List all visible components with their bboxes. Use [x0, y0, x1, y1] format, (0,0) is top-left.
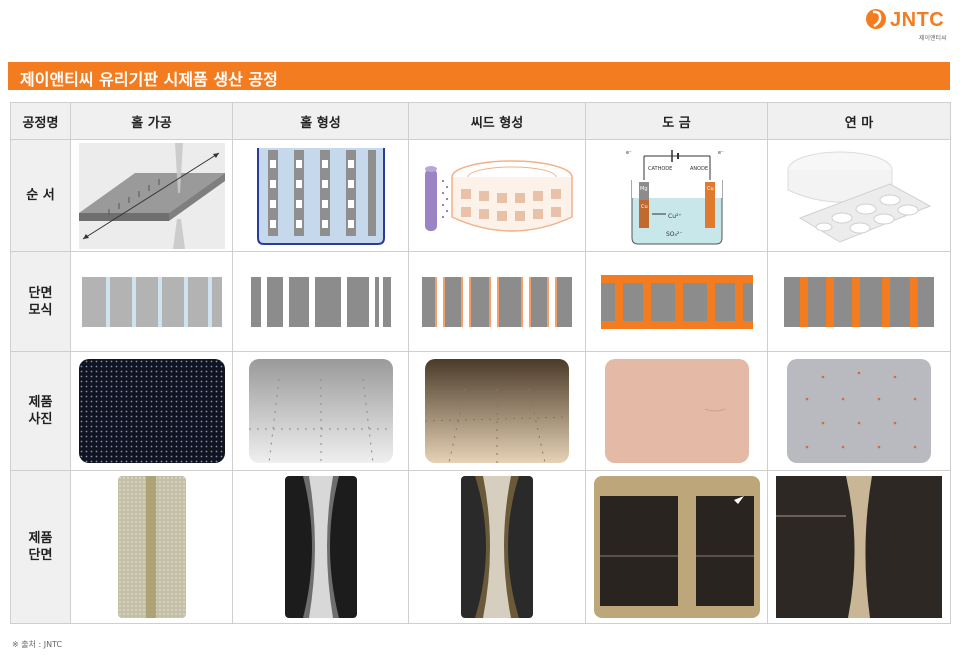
- schematic-seed-forming: [408, 251, 586, 352]
- column-header-seed-forming: 씨드 형성: [408, 102, 586, 140]
- title-banner: 제이앤티씨 유리기판 시제품 생산 공정: [8, 62, 950, 90]
- cross-section-photo-3: [461, 476, 533, 618]
- row-label-product-cross-section: 제품 단면: [10, 470, 71, 624]
- sputter-target-diagram: [425, 159, 573, 232]
- schematic-modified-glass: [81, 276, 222, 327]
- schematic-hole-processing: [70, 251, 233, 352]
- sequence-plating: e⁻ e⁻ CATHODE ANODE Mg Cu Cu Cu²⁺ SO₄²⁻: [585, 139, 768, 252]
- column-header-hole-forming: 홀 형성: [232, 102, 409, 140]
- source-footnote: ※ 출처 : JNTC: [12, 640, 63, 649]
- electroplating-cell-diagram: e⁻ e⁻ CATHODE ANODE Mg Cu Cu Cu²⁺ SO₄²⁻: [626, 149, 724, 244]
- process-table: 공정명 홀 가공 홀 형성 씨드 형성 도 금 연 마 순 서 e⁻ e⁻ CA…: [10, 102, 951, 624]
- page-title: 제이앤티씨 유리기판 시제품 생산 공정: [20, 70, 278, 89]
- electron-label-left: e⁻: [626, 150, 632, 156]
- photo-seed-forming: [408, 351, 586, 471]
- anode-label: ANODE: [690, 166, 708, 172]
- laser-processing-diagram: [78, 142, 225, 249]
- column-header-plating: 도 금: [585, 102, 768, 140]
- cross-section-seed-forming: [408, 470, 586, 624]
- cross-section-hole-forming: [232, 470, 409, 624]
- cu-ion-label: Cu²⁺: [668, 213, 682, 220]
- photo-hole-forming: [232, 351, 409, 471]
- logo-mark-icon: [866, 9, 886, 29]
- column-header-polishing: 연 마: [767, 102, 951, 140]
- logo-subtitle: 제이앤티씨: [919, 35, 947, 42]
- cross-section-hole-processing: [70, 470, 233, 624]
- schematic-polishing: [767, 251, 951, 352]
- etching-bath-diagram: [256, 147, 385, 245]
- jntc-logo: JNTC 제이앤티씨: [865, 6, 955, 42]
- logo-brand: JNTC: [890, 9, 945, 31]
- cross-section-polishing: [767, 470, 951, 624]
- corner-header: 공정명: [10, 102, 71, 140]
- sequence-polishing: [767, 139, 951, 252]
- schematic-plated-copper: [600, 274, 753, 329]
- cu-anode-label: Cu: [707, 186, 714, 192]
- photo-laser-glass: [78, 359, 225, 463]
- cu-cathode-label: Cu: [641, 204, 648, 210]
- cross-section-photo-5: [776, 476, 942, 618]
- schematic-hole-forming: [232, 251, 409, 352]
- schematic-polished: [784, 276, 934, 327]
- polishing-pad-diagram: [787, 151, 932, 243]
- schematic-plating: [585, 251, 768, 352]
- schematic-etched-holes: [250, 276, 391, 327]
- row-label-product-photo: 제품 사진: [10, 351, 71, 471]
- sequence-seed-forming: [408, 139, 586, 252]
- schematic-seed-layer: [422, 276, 572, 327]
- photo-hole-processing: [70, 351, 233, 471]
- cross-section-plating: [585, 470, 768, 624]
- cathode-label: CATHODE: [648, 166, 672, 172]
- photo-polishing: [767, 351, 951, 471]
- sequence-hole-forming: [232, 139, 409, 252]
- cross-section-photo-4: [593, 476, 760, 618]
- column-header-hole-processing: 홀 가공: [70, 102, 233, 140]
- sulfate-label: SO₄²⁻: [666, 231, 683, 238]
- row-label-cross-section-schematic: 단면 모식: [10, 251, 71, 352]
- cross-section-photo-1: [117, 476, 186, 618]
- photo-plating: [585, 351, 768, 471]
- photo-etched-glass: [248, 359, 393, 463]
- photo-plated-glass: [604, 359, 749, 463]
- cross-section-photo-2: [284, 476, 357, 618]
- photo-seeded-glass: [425, 359, 569, 463]
- row-label-sequence: 순 서: [10, 139, 71, 252]
- photo-polished-glass: [787, 359, 931, 463]
- sequence-hole-processing: [70, 139, 233, 252]
- electron-label-right: e⁻: [718, 150, 724, 156]
- mg-label: Mg: [640, 186, 648, 192]
